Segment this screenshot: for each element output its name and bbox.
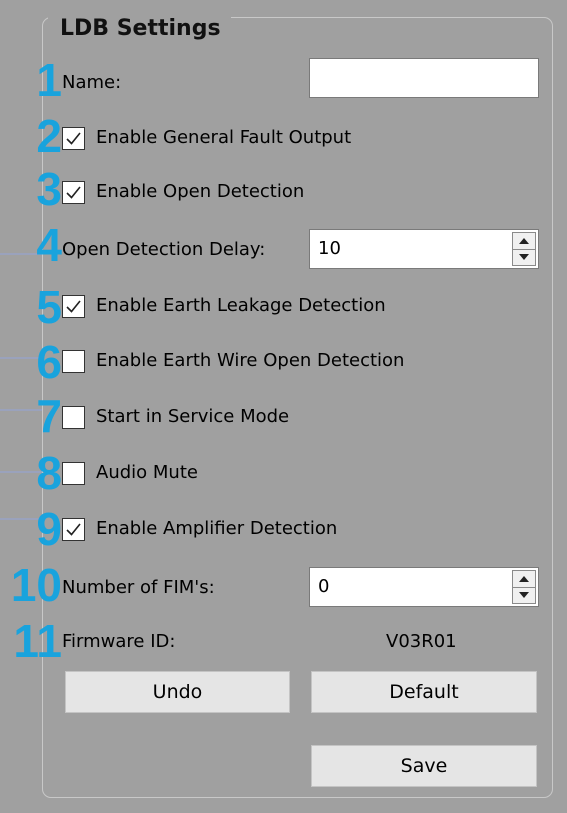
earth-wire-open-detection-checkbox[interactable] xyxy=(62,350,85,373)
marker-3: 3 xyxy=(36,163,62,215)
marker-4: 4 xyxy=(36,219,62,271)
spin-down-icon[interactable] xyxy=(513,248,535,266)
number-of-fims-value: 0 xyxy=(318,576,330,597)
earth-leakage-detection-label: Enable Earth Leakage Detection xyxy=(96,295,386,316)
earth-wire-open-detection-label: Enable Earth Wire Open Detection xyxy=(96,350,405,371)
name-label: Name: xyxy=(62,72,122,93)
general-fault-output-checkbox[interactable] xyxy=(62,127,85,150)
audio-mute-checkbox[interactable] xyxy=(62,462,85,485)
marker-9: 9 xyxy=(36,503,62,555)
default-button[interactable]: Default xyxy=(311,671,537,713)
earth-leakage-detection-checkbox[interactable] xyxy=(62,295,85,318)
general-fault-output-label: Enable General Fault Output xyxy=(96,127,352,148)
open-detection-delay-spinbox[interactable]: 10 xyxy=(309,229,539,269)
audio-mute-label: Audio Mute xyxy=(96,462,198,483)
checkmark-icon xyxy=(66,300,81,313)
open-detection-delay-label: Open Detection Delay: xyxy=(62,239,266,260)
open-detection-checkbox[interactable] xyxy=(62,181,85,204)
amplifier-detection-checkbox[interactable] xyxy=(62,518,85,541)
spin-up-icon[interactable] xyxy=(513,233,535,249)
spin-down-icon[interactable] xyxy=(513,586,535,604)
firmware-id-value: V03R01 xyxy=(386,631,457,652)
marker-5: 5 xyxy=(36,281,62,333)
marker-6: 6 xyxy=(36,336,62,388)
service-mode-label: Start in Service Mode xyxy=(96,406,290,427)
group-title: LDB Settings xyxy=(48,14,231,44)
checkmark-icon xyxy=(66,523,81,536)
number-of-fims-spinbox[interactable]: 0 xyxy=(309,567,539,607)
marker-8: 8 xyxy=(36,447,62,499)
open-detection-label: Enable Open Detection xyxy=(96,181,305,202)
undo-button[interactable]: Undo xyxy=(65,671,290,713)
amplifier-detection-label: Enable Amplifier Detection xyxy=(96,518,338,539)
checkmark-icon xyxy=(66,186,81,199)
marker-10: 10 xyxy=(10,559,62,611)
save-button[interactable]: Save xyxy=(311,745,537,787)
marker-7: 7 xyxy=(36,390,62,442)
service-mode-checkbox[interactable] xyxy=(62,406,85,429)
spin-buttons[interactable] xyxy=(512,570,536,604)
open-detection-delay-value: 10 xyxy=(318,238,341,259)
marker-11: 11 xyxy=(13,615,62,667)
name-input[interactable] xyxy=(309,58,539,98)
marker-1: 1 xyxy=(36,54,62,106)
firmware-id-label: Firmware ID: xyxy=(62,631,176,652)
spin-buttons[interactable] xyxy=(512,232,536,266)
marker-2: 2 xyxy=(36,110,62,162)
checkmark-icon xyxy=(66,132,81,145)
number-of-fims-label: Number of FIM's: xyxy=(62,577,215,598)
spin-up-icon[interactable] xyxy=(513,571,535,587)
